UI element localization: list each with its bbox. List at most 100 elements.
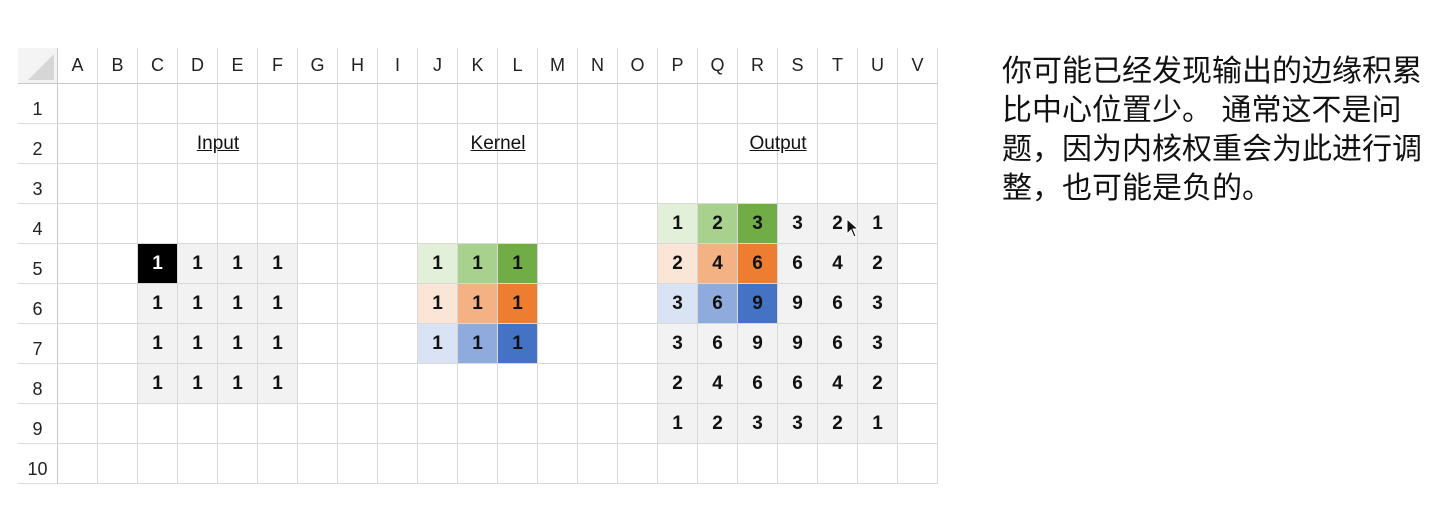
cell[interactable] [338,244,378,284]
cell[interactable] [498,204,538,244]
cell[interactable] [298,204,338,244]
input-cell[interactable]: 1 [258,284,298,324]
cell[interactable] [418,164,458,204]
cell[interactable] [898,84,938,124]
cell[interactable] [738,164,778,204]
row-header-8[interactable]: 8 [18,364,58,404]
cell[interactable] [58,444,98,484]
cell[interactable] [338,364,378,404]
cell[interactable] [498,84,538,124]
cell[interactable] [578,364,618,404]
cell[interactable] [378,124,418,164]
cell[interactable] [98,204,138,244]
cell[interactable] [258,204,298,244]
output-cell[interactable]: 3 [738,204,778,244]
cell[interactable] [338,324,378,364]
cell[interactable] [258,404,298,444]
column-header-f[interactable]: F [258,48,298,84]
column-header-l[interactable]: L [498,48,538,84]
output-cell[interactable]: 3 [658,284,698,324]
column-header-o[interactable]: O [618,48,658,84]
output-cell[interactable]: 1 [658,204,698,244]
cell[interactable] [538,324,578,364]
cell[interactable] [618,204,658,244]
output-cell[interactable]: 9 [778,324,818,364]
cell[interactable] [98,364,138,404]
cell[interactable] [618,124,658,164]
cell[interactable] [178,404,218,444]
cell[interactable] [58,84,98,124]
output-cell[interactable]: 6 [698,324,738,364]
cell[interactable] [58,364,98,404]
cell[interactable] [618,284,658,324]
cell[interactable] [858,84,898,124]
spreadsheet[interactable]: A B C D E F G H I J K L M N O P Q R S T U V 1 2 3 4 5 6 7 8 9 10 1 2 3 3 2 1 1… [18,48,946,492]
cell[interactable] [498,444,538,484]
cell[interactable] [658,164,698,204]
input-cell[interactable]: 1 [138,284,178,324]
cell[interactable] [98,124,138,164]
cell[interactable] [98,164,138,204]
row-header-1[interactable]: 1 [18,84,58,124]
cell[interactable] [578,244,618,284]
output-cell[interactable]: 4 [818,364,858,404]
cell[interactable] [578,164,618,204]
kernel-cell[interactable]: 1 [498,284,538,324]
cell[interactable] [138,204,178,244]
row-header-4[interactable]: 4 [18,204,58,244]
column-header-t[interactable]: T [818,48,858,84]
column-header-p[interactable]: P [658,48,698,84]
column-header-g[interactable]: G [298,48,338,84]
output-cell[interactable]: 6 [818,284,858,324]
cell[interactable] [898,124,938,164]
cell[interactable] [338,444,378,484]
column-header-i[interactable]: I [378,48,418,84]
column-header-j[interactable]: J [418,48,458,84]
output-cell[interactable]: 2 [698,204,738,244]
cell[interactable] [58,124,98,164]
cell[interactable] [298,164,338,204]
cell[interactable] [178,204,218,244]
input-cell[interactable]: 1 [178,244,218,284]
kernel-cell[interactable]: 1 [498,324,538,364]
cell[interactable] [538,364,578,404]
cell[interactable] [378,164,418,204]
row-header-6[interactable]: 6 [18,284,58,324]
input-cell[interactable]: 1 [138,364,178,404]
output-cell[interactable]: 6 [698,284,738,324]
cell[interactable] [218,84,258,124]
select-all-corner[interactable] [18,48,58,84]
cell[interactable] [578,124,618,164]
column-header-a[interactable]: A [58,48,98,84]
input-cell[interactable]: 1 [258,324,298,364]
output-cell[interactable]: 2 [658,244,698,284]
input-cell[interactable]: 1 [218,284,258,324]
cell[interactable] [858,124,898,164]
cell[interactable] [338,404,378,444]
row-header-3[interactable]: 3 [18,164,58,204]
cell[interactable] [418,444,458,484]
cell[interactable] [578,204,618,244]
output-cell[interactable]: 9 [738,284,778,324]
output-cell[interactable]: 6 [738,364,778,404]
cell[interactable] [418,364,458,404]
cell[interactable] [458,164,498,204]
cell[interactable] [58,284,98,324]
cell[interactable] [538,444,578,484]
cell[interactable] [378,284,418,324]
cell[interactable] [618,364,658,404]
cell[interactable] [898,284,938,324]
output-cell[interactable]: 1 [658,404,698,444]
cell[interactable] [298,444,338,484]
input-cell[interactable]: 1 [138,324,178,364]
cell[interactable] [538,84,578,124]
cell[interactable] [578,324,618,364]
cell[interactable] [58,404,98,444]
output-cell[interactable]: 6 [778,244,818,284]
output-cell[interactable]: 2 [858,364,898,404]
column-header-c[interactable]: C [138,48,178,84]
cell[interactable] [778,164,818,204]
cell[interactable] [218,164,258,204]
cell[interactable] [58,164,98,204]
input-cell[interactable]: 1 [218,244,258,284]
